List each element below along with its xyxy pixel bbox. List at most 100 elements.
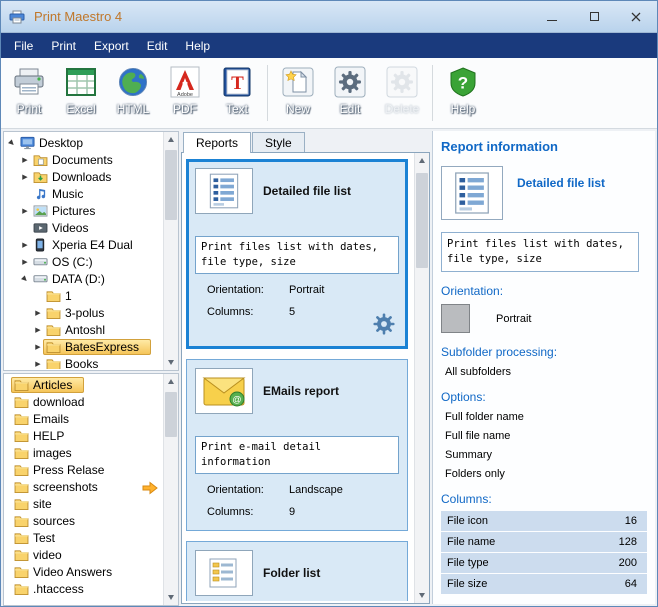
- scroll-thumb[interactable]: [416, 173, 428, 268]
- report-card[interactable]: Detailed file list Print files list with …: [186, 159, 408, 349]
- tree-item[interactable]: ▶ Books: [5, 355, 162, 369]
- expand-arrow-icon[interactable]: ▶: [33, 309, 43, 317]
- tree-scrollbar[interactable]: [163, 132, 178, 370]
- tree-item-content: Xperia E4 Dual: [30, 237, 145, 253]
- menu-export[interactable]: Export: [85, 34, 138, 58]
- scroll-up-button[interactable]: [164, 132, 178, 147]
- report-info-title: Report information: [441, 139, 558, 154]
- tab-style[interactable]: Style: [252, 132, 305, 153]
- expand-arrow-icon[interactable]: ▶: [20, 173, 30, 181]
- menu-edit[interactable]: Edit: [138, 34, 177, 58]
- list-item[interactable]: .htaccess: [5, 580, 162, 597]
- tree-item[interactable]: ▶ Desktop: [5, 134, 162, 151]
- tab-reports[interactable]: Reports: [183, 132, 252, 153]
- excel-button[interactable]: Excel: [55, 61, 107, 116]
- report-icon: [441, 166, 503, 220]
- tree-item[interactable]: 1: [5, 287, 162, 304]
- list-item[interactable]: images: [5, 444, 162, 461]
- tree-item[interactable]: Music: [5, 185, 162, 202]
- menu-print[interactable]: Print: [42, 34, 85, 58]
- tree-item[interactable]: Videos: [5, 219, 162, 236]
- list-item[interactable]: Test: [5, 529, 162, 546]
- menu-help[interactable]: Help: [176, 34, 219, 58]
- tree-item[interactable]: ▶ Downloads: [5, 168, 162, 185]
- text-button[interactable]: T Text: [211, 61, 263, 116]
- tree-item-label: Downloads: [52, 169, 112, 184]
- folder-icon: [44, 307, 62, 319]
- list-item[interactable]: Emails: [5, 410, 162, 427]
- print-button[interactable]: Print: [3, 61, 55, 116]
- reports-scrollbar[interactable]: [414, 153, 429, 603]
- expand-arrow-icon[interactable]: ▶: [33, 360, 43, 368]
- scroll-down-button[interactable]: [415, 588, 429, 603]
- scroll-up-button[interactable]: [415, 153, 429, 168]
- tree-item[interactable]: ▶ 3-polus: [5, 304, 162, 321]
- tree-item[interactable]: ▶ DATA (D:): [5, 270, 162, 287]
- help-button[interactable]: ? Help: [437, 61, 489, 116]
- column-name: File name: [447, 536, 496, 548]
- report-card-title: Detailed file list: [263, 184, 352, 198]
- folder-list-icon: [195, 550, 253, 596]
- list-item[interactable]: Press Relase: [5, 461, 162, 478]
- expand-arrow-icon[interactable]: ▶: [20, 207, 30, 215]
- toolbar-button-label: Text: [225, 102, 248, 116]
- new-button[interactable]: New: [272, 61, 324, 116]
- tree-item[interactable]: ▶ BatesExpress: [5, 338, 162, 355]
- column-row[interactable]: File type 200: [441, 553, 647, 573]
- scroll-thumb[interactable]: [165, 392, 177, 437]
- report-settings-gear-icon[interactable]: [371, 311, 397, 342]
- list-item[interactable]: sources: [5, 512, 162, 529]
- delete-button[interactable]: Delete: [376, 61, 428, 116]
- scroll-down-icon: [168, 360, 174, 365]
- column-row[interactable]: File icon 16: [441, 511, 647, 531]
- tree-item[interactable]: ▶ Antoshl: [5, 321, 162, 338]
- report-cards-container: Detailed file list Print files list with …: [181, 152, 430, 604]
- list-item[interactable]: screenshots: [5, 478, 162, 495]
- tree-item[interactable]: ▶ Documents: [5, 151, 162, 168]
- report-description-box[interactable]: Print files list with dates, file type, …: [441, 232, 639, 272]
- close-button[interactable]: [615, 1, 657, 32]
- list-item[interactable]: download: [5, 393, 162, 410]
- list-item[interactable]: Articles: [5, 376, 162, 393]
- menu-file[interactable]: File: [5, 34, 42, 58]
- expand-arrow-icon[interactable]: ▶: [33, 343, 43, 351]
- tree-item-label: Antoshl: [65, 322, 106, 337]
- list-item-content: Press Relase: [11, 462, 116, 478]
- scroll-up-button[interactable]: [164, 374, 178, 389]
- toolbar-button-label: New: [285, 102, 310, 116]
- list-item[interactable]: Video Answers: [5, 563, 162, 580]
- scroll-down-icon: [168, 595, 174, 600]
- column-name: File icon: [447, 515, 488, 527]
- svg-text:?: ?: [458, 74, 468, 93]
- expand-arrow-icon[interactable]: ▶: [20, 258, 30, 266]
- expand-arrow-icon[interactable]: ▶: [33, 326, 43, 334]
- columns-label: Columns:: [207, 306, 254, 318]
- list-scrollbar[interactable]: [163, 374, 178, 605]
- list-item[interactable]: video: [5, 546, 162, 563]
- orientation-label: Orientation:: [207, 484, 264, 496]
- list-item-content: download: [11, 394, 96, 410]
- report-card[interactable]: @ EMails report Print e-mail detail inform…: [186, 359, 408, 531]
- maximize-button[interactable]: [573, 1, 615, 32]
- scroll-down-button[interactable]: [164, 590, 178, 605]
- tree-item[interactable]: ▶ Xperia E4 Dual: [5, 236, 162, 253]
- html-button[interactable]: HTML: [107, 61, 159, 116]
- tree-item[interactable]: ▶ OS (C:): [5, 253, 162, 270]
- tree-item-content: Documents: [30, 152, 125, 168]
- scroll-thumb[interactable]: [165, 150, 177, 220]
- minimize-button[interactable]: [531, 1, 573, 32]
- tree-item[interactable]: ▶ Pictures: [5, 202, 162, 219]
- list-item[interactable]: HELP: [5, 427, 162, 444]
- expand-arrow-icon[interactable]: ▶: [20, 241, 30, 249]
- pdf-button[interactable]: Adobe PDF: [159, 61, 211, 116]
- edit-button[interactable]: Edit: [324, 61, 376, 116]
- scroll-down-button[interactable]: [164, 355, 178, 370]
- excel-icon: [65, 63, 97, 101]
- expand-arrow-icon[interactable]: ▶: [20, 156, 30, 164]
- list-item[interactable]: site: [5, 495, 162, 512]
- column-row[interactable]: File size 64: [441, 574, 647, 594]
- list-item-label: download: [33, 394, 85, 409]
- column-row[interactable]: File name 128: [441, 532, 647, 552]
- report-card[interactable]: Folder list: [186, 541, 408, 601]
- columns-table: File icon 16 File name 128 File type 200 File …: [441, 511, 647, 594]
